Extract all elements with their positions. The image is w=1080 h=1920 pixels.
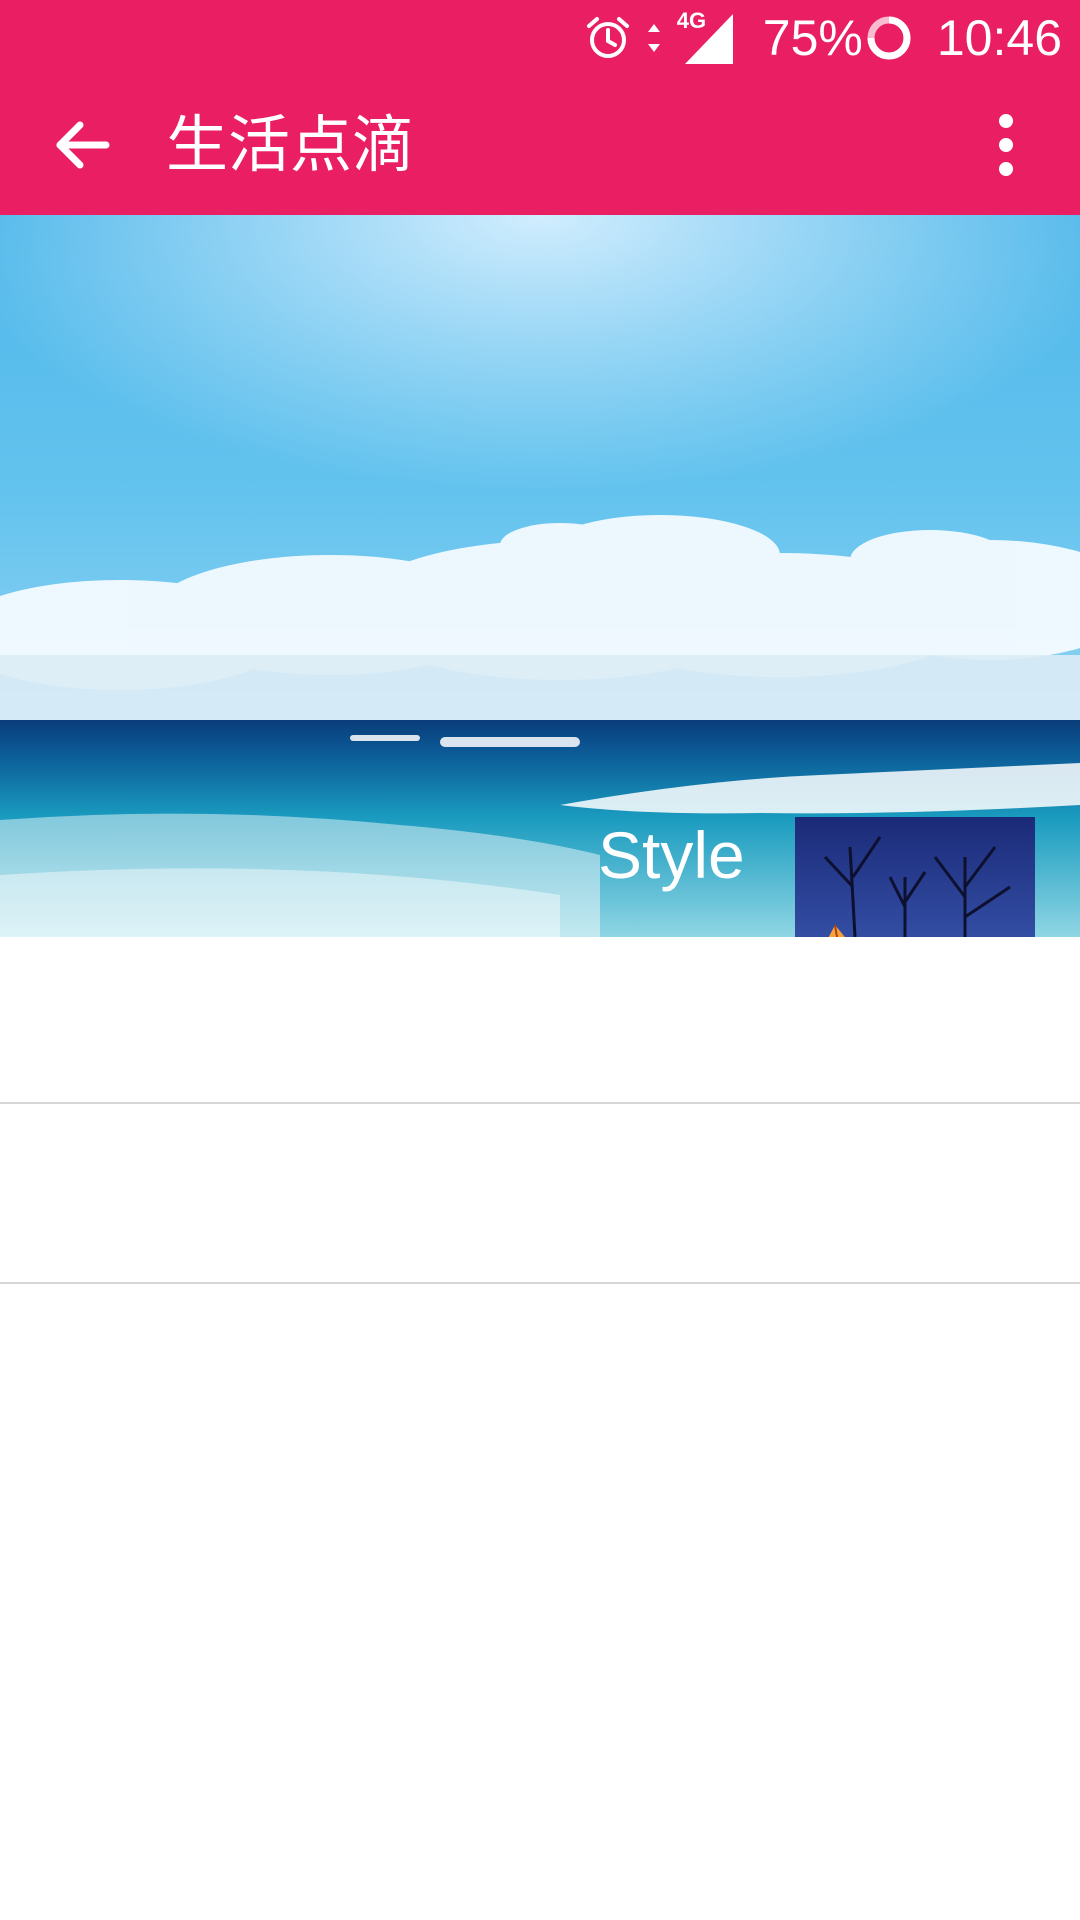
list-item[interactable] — [0, 937, 1080, 1102]
list-item[interactable] — [0, 1104, 1080, 1282]
divider — [0, 1282, 1080, 1284]
battery-ring-icon — [867, 16, 911, 59]
alarm-icon — [586, 16, 629, 58]
status-bar: 4G 75% 10:46 — [0, 0, 1080, 75]
data-arrows-icon — [647, 23, 660, 52]
back-button[interactable] — [44, 107, 120, 183]
page-title: 生活点滴 — [166, 108, 415, 181]
more-vert-icon — [999, 114, 1013, 176]
more-options-button[interactable] — [968, 107, 1044, 183]
hero-caption: Style — [598, 818, 745, 892]
status-icons: 4G 75% 10:46 — [585, 0, 1062, 75]
app-toolbar: 生活点滴 — [0, 75, 1080, 215]
signal-group: 4G — [677, 9, 735, 66]
arrow-back-icon — [56, 121, 110, 169]
signal-icon — [684, 13, 733, 64]
battery-percent: 75% — [762, 9, 863, 66]
clock-time: 10:46 — [936, 9, 1062, 66]
